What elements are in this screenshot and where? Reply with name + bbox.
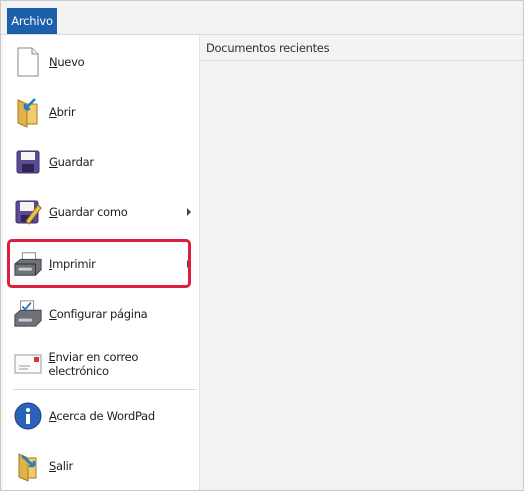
open-folder-icon xyxy=(13,96,43,128)
app-window: Archivo Nuevo Abrir Guardar Guardar como… xyxy=(0,0,524,491)
recent-documents-pane: Documentos recientes xyxy=(200,35,523,490)
menu-item-label: Configurar página xyxy=(49,307,148,321)
new-document-icon xyxy=(13,46,43,78)
menu-item-exit[interactable]: Salir xyxy=(3,441,199,491)
menu-item-save[interactable]: Guardar xyxy=(3,137,199,187)
recent-documents-title: Documentos recientes xyxy=(206,41,330,55)
menu-item-new[interactable]: Nuevo xyxy=(3,37,199,87)
menu-item-save-as[interactable]: Guardar como xyxy=(3,187,199,237)
menu-item-label: Guardar como xyxy=(49,205,128,219)
menu-item-label: Acerca de WordPad xyxy=(49,409,155,423)
page-setup-icon xyxy=(13,298,43,330)
recent-divider xyxy=(200,60,523,61)
menu-item-open[interactable]: Abrir xyxy=(3,87,199,137)
menu-item-send-email[interactable]: Enviar en correo electrónico xyxy=(3,339,199,389)
file-tab[interactable]: Archivo xyxy=(7,8,57,34)
menu-divider xyxy=(13,389,197,390)
info-icon xyxy=(13,400,43,432)
menu-item-label: Enviar en correo electrónico xyxy=(48,350,139,378)
menu-item-label: Abrir xyxy=(49,105,76,119)
ribbon-bar: Archivo xyxy=(1,1,523,35)
print-highlight-box xyxy=(7,239,191,288)
save-as-icon xyxy=(13,196,43,228)
menu-item-label: Guardar xyxy=(49,155,94,169)
exit-icon xyxy=(13,450,43,482)
menu-item-label: Salir xyxy=(49,459,73,473)
email-icon xyxy=(13,348,42,380)
submenu-arrow-icon xyxy=(187,208,191,216)
save-disk-icon xyxy=(13,146,43,178)
menu-item-about[interactable]: Acerca de WordPad xyxy=(3,391,199,441)
menu-item-label: Nuevo xyxy=(49,55,85,69)
menu-item-page-setup[interactable]: Configurar página xyxy=(3,289,199,339)
